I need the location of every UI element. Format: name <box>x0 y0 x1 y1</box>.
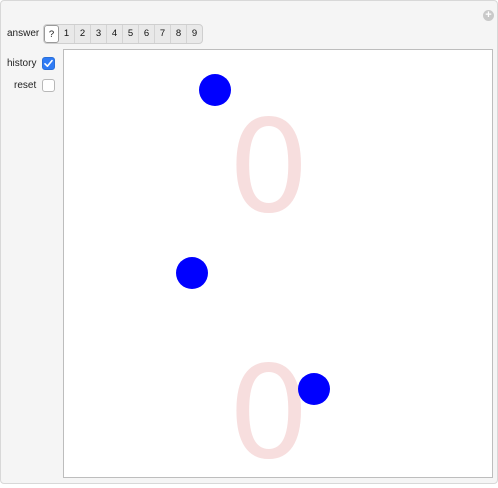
plus-icon[interactable]: + <box>483 10 494 21</box>
history-checkbox[interactable] <box>42 57 55 70</box>
answer-option-unknown[interactable]: ? <box>44 25 59 43</box>
checkmark-icon <box>44 59 53 67</box>
answer-label: answer <box>7 28 40 39</box>
answer-option-2[interactable]: 2 <box>75 25 91 43</box>
answer-option-1[interactable]: 1 <box>59 25 75 43</box>
graphics-canvas[interactable]: 0 0 <box>63 49 493 478</box>
history-digit: 0 <box>228 93 310 242</box>
answer-option-6[interactable]: 6 <box>139 25 155 43</box>
reset-label: reset <box>14 80 37 91</box>
history-label: history <box>7 58 37 69</box>
answer-option-8[interactable]: 8 <box>171 25 187 43</box>
manipulate-panel: + answer ? 1 2 3 4 5 6 7 8 9 history res… <box>0 0 498 484</box>
blue-dot[interactable] <box>199 74 231 106</box>
blue-dot[interactable] <box>176 257 208 289</box>
answer-option-5[interactable]: 5 <box>123 25 139 43</box>
answer-option-3[interactable]: 3 <box>91 25 107 43</box>
answer-option-9[interactable]: 9 <box>187 25 202 43</box>
answer-option-7[interactable]: 7 <box>155 25 171 43</box>
reset-checkbox[interactable] <box>42 79 55 92</box>
current-digit: 0 <box>228 339 310 488</box>
answer-setter-bar: ? 1 2 3 4 5 6 7 8 9 <box>43 24 203 44</box>
answer-option-4[interactable]: 4 <box>107 25 123 43</box>
blue-dot[interactable] <box>298 373 330 405</box>
